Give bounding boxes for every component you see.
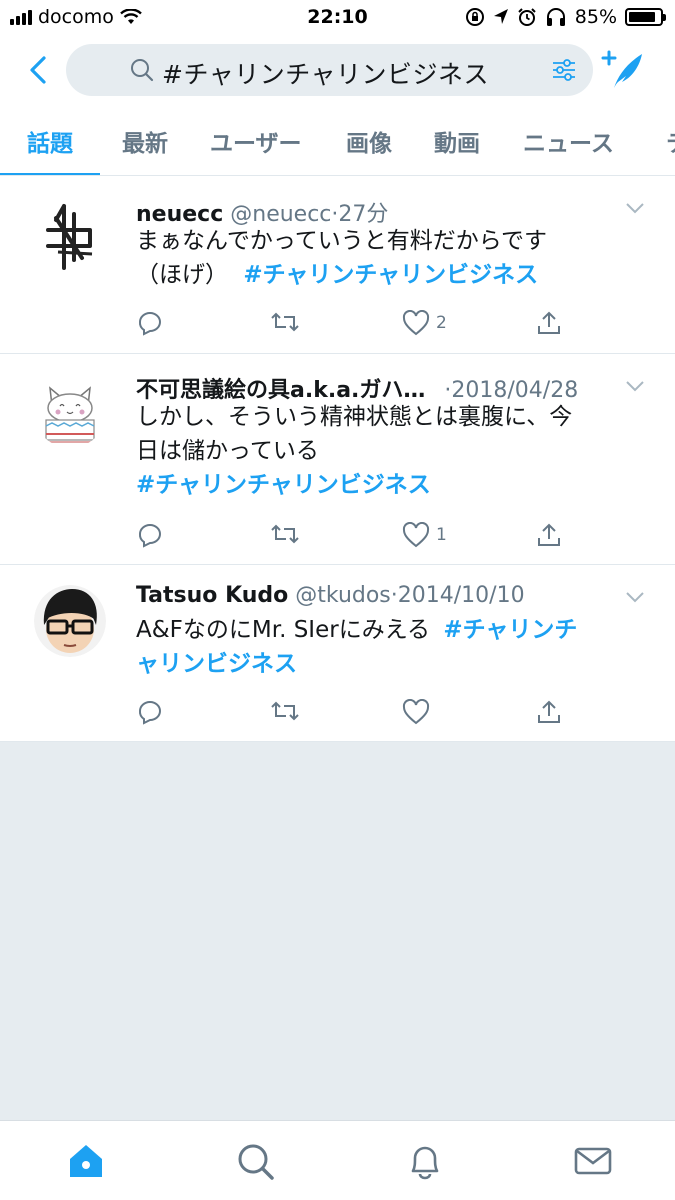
retweet-button[interactable]	[270, 522, 300, 546]
like-count: 1	[436, 525, 447, 545]
hashtag-link[interactable]: ャリンビジネス	[136, 647, 636, 681]
tab-news[interactable]: ニュース	[523, 124, 614, 158]
tweet-text-line: 日は儲かっている	[136, 438, 319, 464]
avatar-image	[42, 386, 98, 443]
search-icon	[131, 59, 154, 82]
tweet-text: しかし、そういう精神状態とは裏腹に、今 日は儲かっている #チャリンチャリンビジ…	[136, 400, 636, 502]
heart-icon	[402, 522, 430, 548]
tweet-header: Tatsuo Kudo @tkudos·2014/10/10	[136, 583, 605, 608]
tab-videos[interactable]: 動画	[434, 124, 480, 158]
tab-latest[interactable]: 最新	[122, 124, 168, 158]
reply-button[interactable]	[136, 699, 164, 725]
share-icon	[538, 700, 560, 723]
compose-tweet-icon[interactable]	[600, 46, 648, 94]
like-count: 2	[436, 313, 447, 333]
tab-photos[interactable]: 画像	[346, 124, 392, 158]
tweet-text: A&FなのにMr. SIerにみえる #チャリンチ ャリンビジネス	[136, 613, 636, 681]
retweet-icon	[271, 312, 299, 332]
heart-icon	[402, 310, 430, 336]
tweet-text-part: A&FなのにMr. SIerにみえる	[136, 617, 431, 643]
chevron-down-icon[interactable]	[625, 380, 645, 392]
avatar-image	[34, 585, 106, 657]
reply-icon	[139, 701, 161, 725]
battery-percent: 85%	[574, 6, 617, 28]
avatar[interactable]	[34, 585, 106, 657]
tab-more[interactable]: テ	[666, 124, 675, 158]
tweet-text-line: A&FなのにMr. SIerにみえる #チャリンチ	[136, 613, 636, 647]
status-right: 85%	[465, 6, 666, 28]
alarm-icon	[518, 8, 536, 26]
separator-dot: ·	[390, 583, 398, 608]
share-icon	[538, 523, 560, 546]
search-tabs: 話題 最新 ユーザー 画像 動画 ニュース テ	[0, 104, 675, 176]
back-icon[interactable]	[22, 50, 58, 90]
retweet-icon	[271, 701, 299, 721]
like-button[interactable]: 1	[402, 522, 447, 548]
retweet-button[interactable]	[270, 699, 300, 723]
tweet-text-part: （ほげ）	[136, 262, 228, 288]
tweet-text-line: （ほげ） #チャリンチャリンビジネス	[136, 258, 636, 292]
tweet[interactable]: 不可思議絵の具a.k.a.ガハ… ·2018/04/28 しかし、そういう精神状…	[0, 354, 675, 565]
orientation-lock-icon	[465, 8, 484, 26]
retweet-button[interactable]	[270, 310, 300, 334]
hashtag-link[interactable]: #チャリンチャリンビジネス	[136, 468, 636, 502]
search-query[interactable]: #チャリンチャリンビジネス	[162, 55, 489, 91]
filter-icon[interactable]	[551, 57, 577, 83]
tweet[interactable]: Tatsuo Kudo @tkudos·2014/10/10 A&FなのにMr.…	[0, 565, 675, 742]
tweet-text: まぁなんでかっていうと有料だからです （ほげ） #チャリンチャリンビジネス	[136, 224, 636, 292]
tweet-actions: 2	[136, 310, 576, 340]
like-button[interactable]: 2	[402, 310, 447, 336]
like-button[interactable]	[402, 699, 430, 725]
battery-icon	[625, 8, 666, 26]
tweet-text-line: しかし、そういう精神状態とは裏腹に、今	[136, 404, 573, 430]
reply-icon	[139, 312, 161, 336]
avatar[interactable]	[34, 200, 106, 272]
share-button[interactable]	[536, 522, 562, 548]
reply-button[interactable]	[136, 310, 164, 336]
location-icon	[493, 9, 508, 24]
chevron-down-icon[interactable]	[625, 202, 645, 214]
tweet-text-line: まぁなんでかっていうと有料だからです	[136, 228, 548, 254]
hashtag-link[interactable]: #チャリンチャリンビジネス	[243, 262, 538, 288]
chevron-down-icon[interactable]	[625, 591, 645, 603]
tab-people[interactable]: ユーザー	[210, 124, 302, 158]
battery-level	[629, 12, 655, 22]
hashtag-link[interactable]: #チャリンチ	[443, 617, 577, 643]
tweet-author-handle: @tkudos	[295, 583, 391, 608]
messages-icon[interactable]	[573, 1141, 613, 1181]
heart-icon	[402, 699, 430, 725]
headphones-icon	[546, 8, 565, 26]
tweet-author-name[interactable]: Tatsuo Kudo	[136, 583, 288, 608]
home-icon[interactable]	[66, 1141, 106, 1181]
search-header: #チャリンチャリンビジネス	[0, 36, 675, 104]
search-icon[interactable]	[235, 1141, 275, 1181]
share-button[interactable]	[536, 310, 562, 336]
status-bar: docomo 22:10 85%	[0, 0, 675, 36]
share-icon	[538, 311, 560, 334]
avatar[interactable]	[34, 376, 106, 448]
tweet[interactable]: neuecc @neuecc·27分 まぁなんでかっていうと有料だからです （ほ…	[0, 176, 675, 354]
bottom-nav	[0, 1120, 675, 1200]
tweet-actions	[136, 699, 576, 729]
retweet-icon	[271, 524, 299, 544]
notifications-icon[interactable]	[405, 1141, 445, 1181]
search-input[interactable]: #チャリンチャリンビジネス	[66, 44, 593, 96]
share-button[interactable]	[536, 699, 562, 725]
tab-top[interactable]: 話題	[27, 124, 73, 158]
tweet-actions: 1	[136, 522, 576, 552]
reply-button[interactable]	[136, 522, 164, 548]
reply-icon	[139, 524, 161, 548]
avatar-image	[46, 204, 93, 270]
tweet-time: 2014/10/10	[397, 583, 525, 608]
